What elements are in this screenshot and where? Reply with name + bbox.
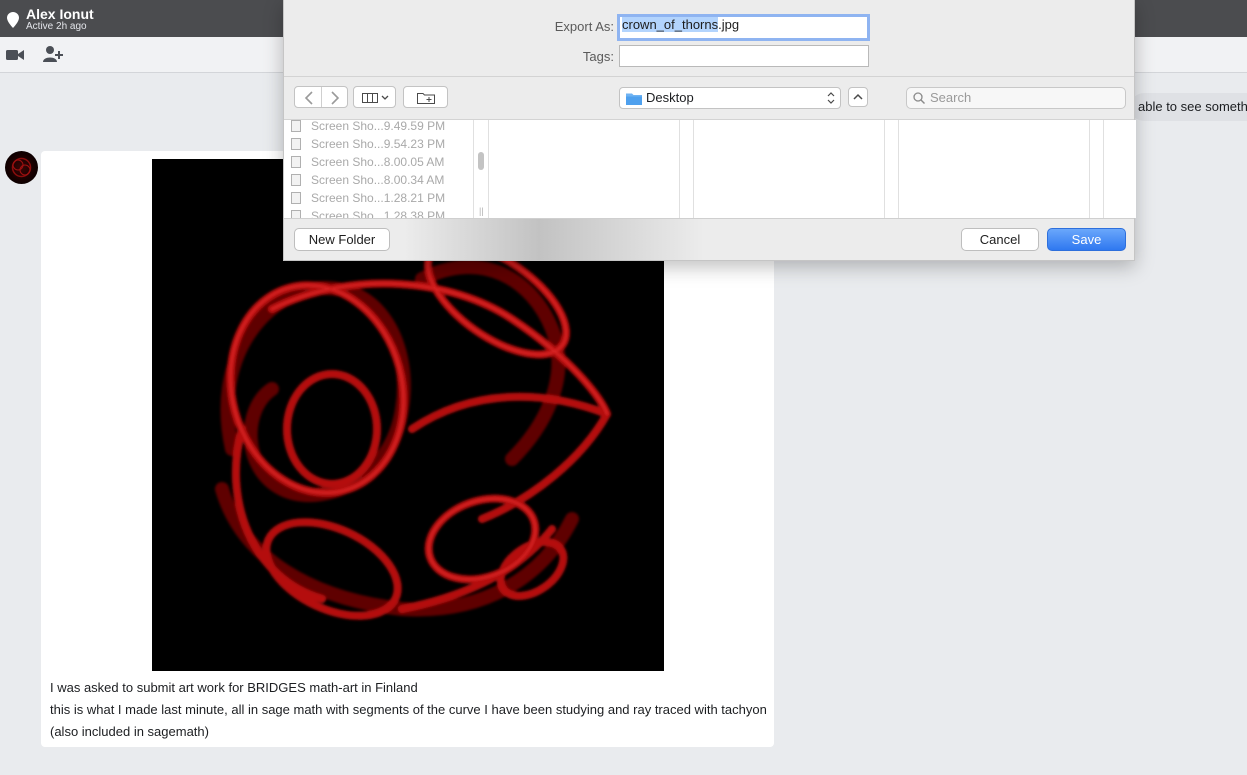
file-row[interactable]: Screen Sho...1.28.38 PM — [291, 207, 445, 218]
cancel-button[interactable]: Cancel — [961, 228, 1039, 251]
avatar[interactable] — [5, 151, 38, 184]
new-folder-button[interactable]: New Folder — [294, 228, 390, 251]
filename-extension: .jpg — [718, 17, 740, 32]
file-name: Screen Sho...8.00.05 AM — [311, 155, 445, 169]
file-row[interactable]: Screen Sho...8.00.34 AM — [291, 171, 444, 189]
file-row[interactable]: Screen Sho...9.49.59 PM — [291, 120, 445, 135]
divider — [284, 218, 1134, 219]
collapse-button[interactable] — [848, 87, 868, 107]
partial-message-text: able to see someth — [1138, 99, 1247, 114]
file-icon — [291, 138, 301, 150]
message-line-1: I was asked to submit art work for BRIDG… — [50, 680, 418, 695]
location-popup[interactable]: Desktop — [619, 87, 841, 109]
column-divider — [1089, 120, 1090, 218]
file-browser: Screen Sho...9.49.59 PM Screen Sho...9.5… — [284, 120, 1136, 218]
updown-chevron-icon — [827, 92, 835, 104]
forward-arrow-icon[interactable] — [330, 91, 340, 105]
contact-name[interactable]: Alex Ionut — [26, 6, 94, 22]
partial-message-bubble: able to see someth — [1130, 93, 1247, 121]
folder-plus-icon — [417, 93, 435, 104]
add-person-icon[interactable] — [43, 45, 63, 63]
column-scrollbar[interactable] — [478, 152, 484, 170]
column-divider — [1103, 120, 1104, 218]
motion-blur-artifact — [404, 219, 704, 260]
file-name: Screen Sho...9.49.59 PM — [311, 120, 446, 133]
file-icon — [291, 210, 301, 218]
column-divider — [488, 120, 489, 218]
file-row[interactable]: Screen Sho...8.00.05 AM — [291, 153, 444, 171]
nav-button-group — [294, 86, 348, 108]
new-folder-icon-button[interactable] — [403, 86, 448, 108]
column-divider — [884, 120, 885, 218]
column-resize-handle[interactable]: || — [479, 206, 484, 216]
back-arrow-icon[interactable] — [304, 91, 314, 105]
tags-field[interactable] — [619, 45, 869, 67]
view-mode-button[interactable] — [353, 86, 396, 108]
save-dialog: Export As: crown_of_thorns.jpg Tags: Des… — [283, 0, 1136, 261]
file-name: Screen Sho...1.28.38 PM — [311, 209, 446, 218]
location-pin-icon — [7, 12, 19, 28]
tags-label: Tags: — [582, 49, 614, 64]
column-divider — [679, 120, 680, 218]
search-input[interactable]: Search — [906, 87, 1126, 109]
folder-icon — [626, 93, 642, 105]
file-icon — [291, 192, 301, 204]
column-divider — [898, 120, 899, 218]
file-icon — [291, 156, 301, 168]
divider — [284, 76, 1134, 77]
filename-selected-text: crown_of_thorns — [622, 17, 719, 32]
file-name: Screen Sho...8.00.34 AM — [311, 173, 445, 187]
file-name: Screen Sho...9.54.23 PM — [311, 137, 446, 151]
export-as-field[interactable]: crown_of_thorns.jpg — [617, 14, 870, 41]
location-label: Desktop — [646, 90, 694, 105]
avatar-art-icon — [11, 157, 32, 178]
export-as-label: Export As: — [554, 19, 614, 34]
file-row[interactable]: Screen Sho...9.54.23 PM — [291, 135, 445, 153]
file-row[interactable]: Screen Sho...1.28.21 PM — [291, 189, 445, 207]
file-icon — [291, 174, 301, 186]
column-divider — [693, 120, 694, 218]
column-divider — [473, 120, 474, 218]
contact-status: Active 2h ago — [26, 21, 87, 32]
columns-view-icon — [362, 93, 389, 103]
file-name: Screen Sho...1.28.21 PM — [311, 191, 446, 205]
file-icon — [291, 120, 301, 132]
message-text: I was asked to submit art work for BRIDG… — [50, 677, 770, 743]
message-line-2: this is what I made last minute, all in … — [50, 702, 767, 739]
chevron-up-icon — [853, 93, 863, 100]
search-icon — [913, 92, 925, 104]
video-call-icon[interactable] — [6, 49, 24, 61]
save-button[interactable]: Save — [1047, 228, 1126, 251]
search-placeholder: Search — [930, 90, 972, 105]
